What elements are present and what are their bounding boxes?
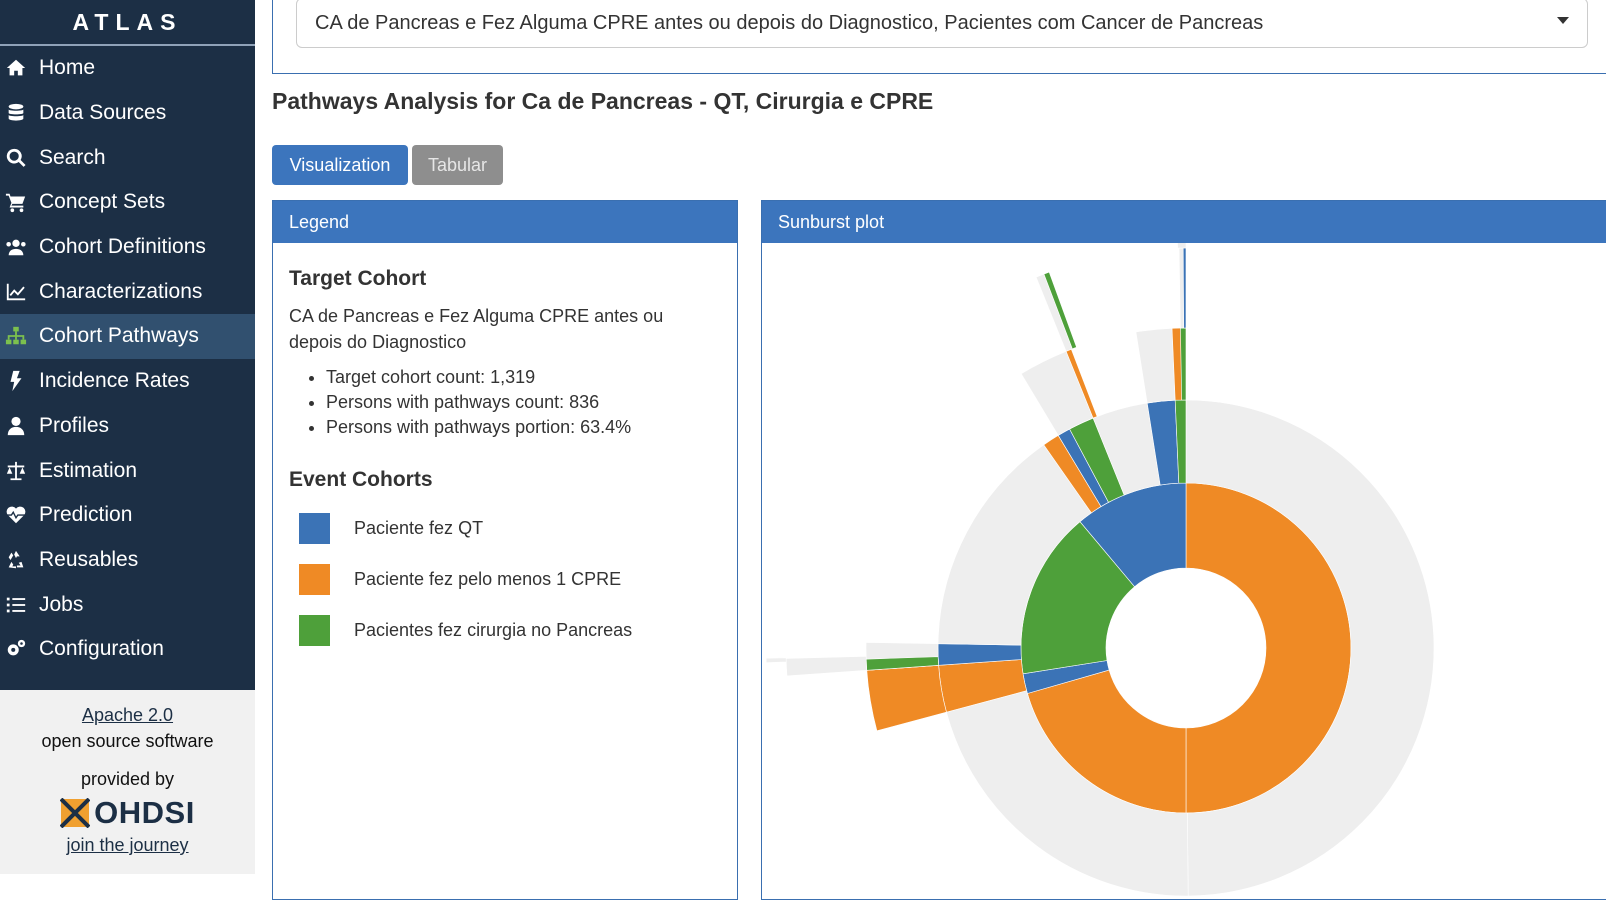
user-icon: [3, 413, 29, 439]
sidebar-footer: Apache 2.0 open source software provided…: [0, 690, 255, 874]
sidebar-item-label: Reusables: [39, 547, 139, 571]
sidebar-nav: Home Data Sources Search Concept Sets Co…: [0, 46, 255, 690]
sidebar-item-home[interactable]: Home: [0, 46, 255, 91]
license-text: open source software: [41, 731, 214, 751]
sunburst-segment-no-event[interactable]: [1135, 327, 1176, 404]
event-cohort-label: Paciente fez pelo menos 1 CPRE: [354, 568, 622, 589]
legend-swatch-cirurgia: [299, 614, 330, 646]
sunburst-segment-no-event[interactable]: [1177, 243, 1187, 249]
database-icon: [3, 100, 29, 126]
event-cohort-item: Paciente fez QT: [289, 512, 721, 544]
sidebar-item-incidence-rates[interactable]: Incidence Rates: [0, 359, 255, 404]
target-cohort-heading: Target Cohort: [289, 267, 427, 290]
join-journey-link[interactable]: join the journey: [66, 835, 188, 855]
recycle-icon: [3, 547, 29, 573]
ohdsi-logo-text: OHDSI: [94, 795, 195, 830]
cohort-select-value: CA de Pancreas e Fez Alguma CPRE antes o…: [315, 11, 1264, 34]
page-title: Pathways Analysis for Ca de Pancreas - Q…: [272, 88, 934, 114]
event-cohort-label: Paciente fez QT: [354, 517, 484, 538]
app-logo[interactable]: ATLAS: [0, 0, 255, 46]
sidebar-item-search[interactable]: Search: [0, 135, 255, 180]
event-cohort-label: Pacientes fez cirurgia no Pancreas: [354, 619, 633, 640]
sidebar: ATLAS Home Data Sources Search Concept S…: [0, 0, 255, 874]
sidebar-item-reusables[interactable]: Reusables: [0, 538, 255, 583]
event-cohorts-heading: Event Cohorts: [289, 468, 433, 491]
bolt-icon: [3, 368, 29, 394]
caret-down-icon: [1557, 17, 1569, 24]
tab-visualization[interactable]: Visualization: [272, 145, 408, 185]
sunburst-panel: Sunburst plot: [761, 200, 1606, 900]
sidebar-item-label: Concept Sets: [39, 190, 166, 214]
balance-scale-icon: [3, 458, 29, 484]
sunburst-segment-no-event[interactable]: [785, 656, 868, 677]
sidebar-item-concept-sets[interactable]: Concept Sets: [0, 180, 255, 225]
sidebar-item-label: Home: [39, 56, 96, 80]
legend-panel-header: Legend: [273, 201, 737, 243]
legend-panel: Legend Target Cohort CA de Pancreas e Fe…: [272, 200, 738, 900]
stat-pathways-portion: Persons with pathways portion: 63.4%: [326, 415, 721, 440]
cohort-select[interactable]: CA de Pancreas e Fez Alguma CPRE antes o…: [296, 0, 1588, 48]
target-cohort-name: CA de Pancreas e Fez Alguma CPRE antes o…: [289, 306, 664, 352]
sidebar-item-label: Estimation: [39, 458, 138, 482]
sunburst-segment-qt[interactable]: [1182, 247, 1187, 329]
sidebar-item-configuration[interactable]: Configuration: [0, 627, 255, 672]
sunburst-plot[interactable]: [762, 243, 1606, 903]
tab-tabular[interactable]: Tabular: [412, 145, 503, 185]
users-icon: [3, 234, 29, 260]
sidebar-item-data-sources[interactable]: Data Sources: [0, 91, 255, 136]
sidebar-item-label: Cohort Pathways: [39, 324, 199, 348]
stat-pathways-count: Persons with pathways count: 836: [326, 390, 721, 415]
heartbeat-icon: [3, 502, 29, 528]
sidebar-item-label: Data Sources: [39, 101, 167, 125]
event-cohort-list: Paciente fez QT Paciente fez pelo menos …: [289, 512, 721, 646]
legend-swatch-qt: [299, 512, 330, 544]
sidebar-item-prediction[interactable]: Prediction: [0, 493, 255, 538]
license-link[interactable]: Apache 2.0: [82, 705, 173, 725]
target-stats-list: Target cohort count: 1,319 Persons with …: [289, 365, 721, 440]
search-icon: [3, 145, 29, 171]
sidebar-item-label: Cohort Definitions: [39, 235, 206, 259]
sunburst-segment-cirurgia[interactable]: [1180, 327, 1187, 401]
sidebar-item-profiles[interactable]: Profiles: [0, 404, 255, 449]
cogs-icon: [3, 636, 29, 662]
sidebar-item-label: Characterizations: [39, 279, 203, 303]
sidebar-item-label: Jobs: [39, 592, 84, 616]
sidebar-item-label: Configuration: [39, 637, 164, 661]
sitemap-icon: [3, 323, 29, 349]
sidebar-item-characterizations[interactable]: Characterizations: [0, 269, 255, 314]
sidebar-item-cohort-pathways[interactable]: Cohort Pathways: [0, 314, 255, 359]
sunburst-segment-cpre[interactable]: [866, 664, 947, 732]
list-icon: [3, 592, 29, 618]
sidebar-item-cohort-definitions[interactable]: Cohort Definitions: [0, 225, 255, 270]
ohdsi-logo[interactable]: OHDSI: [0, 795, 255, 830]
sidebar-item-jobs[interactable]: Jobs: [0, 582, 255, 627]
stat-target-count: Target cohort count: 1,319: [326, 365, 721, 390]
ohdsi-logo-icon: [60, 798, 91, 828]
event-cohort-item: Paciente fez pelo menos 1 CPRE: [289, 563, 721, 595]
sunburst-segment-no-event[interactable]: [765, 657, 787, 663]
line-chart-icon: [3, 279, 29, 305]
sidebar-item-label: Prediction: [39, 503, 133, 527]
legend-swatch-cpre: [299, 563, 330, 595]
sunburst-panel-header: Sunburst plot: [762, 201, 1606, 243]
sidebar-item-label: Incidence Rates: [39, 369, 190, 393]
sidebar-item-estimation[interactable]: Estimation: [0, 448, 255, 493]
sunburst-segment-no-event[interactable]: [1020, 350, 1094, 436]
home-icon: [3, 55, 29, 81]
sidebar-item-label: Profiles: [39, 413, 110, 437]
provided-by-text: provided by: [80, 769, 175, 789]
event-cohort-item: Pacientes fez cirurgia no Pancreas: [289, 614, 721, 646]
shopping-cart-icon: [3, 189, 29, 215]
sidebar-item-label: Search: [39, 145, 106, 169]
